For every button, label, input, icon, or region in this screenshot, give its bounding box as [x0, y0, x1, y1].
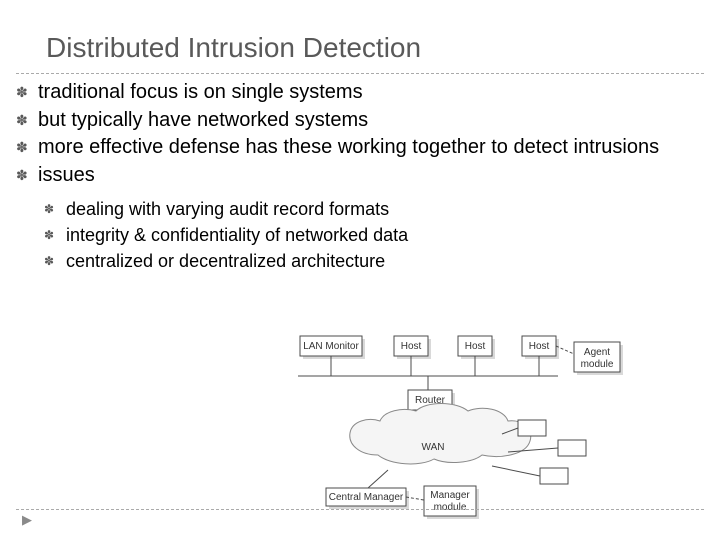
sub-bullet-item: ✽ integrity & confidentiality of network… — [44, 224, 704, 248]
footer-arrow-icon: ▶ — [22, 512, 32, 528]
diagram-label-host: Host — [401, 341, 422, 352]
diagram-label-lan-monitor: LAN Monitor — [303, 341, 359, 352]
bullet-icon: ✽ — [16, 108, 38, 130]
bullet-item: ✽ traditional focus is on single systems — [16, 80, 704, 106]
sub-bullet-item: ✽ centralized or decentralized architect… — [44, 250, 704, 274]
footer-divider — [16, 509, 704, 510]
diagram-label-module2: module — [434, 502, 467, 513]
sub-bullet-text: centralized or decentralized architectur… — [66, 250, 704, 274]
bullet-icon: ✽ — [16, 163, 38, 185]
bullet-item: ✽ more effective defense has these worki… — [16, 135, 704, 161]
main-bullet-list: ✽ traditional focus is on single systems… — [16, 80, 704, 276]
slide: Distributed Intrusion Detection ✽ tradit… — [0, 0, 720, 540]
sub-bullet-text: integrity & confidentiality of networked… — [66, 224, 704, 248]
sub-bullet-text: dealing with varying audit record format… — [66, 198, 704, 222]
bullet-icon: ✽ — [44, 250, 66, 270]
diagram-label-wan: WAN — [422, 442, 445, 453]
bullet-item: ✽ issues — [16, 163, 704, 189]
diagram-label-agent: Agent — [584, 347, 610, 358]
network-diagram: LAN Monitor Host Host Host Agent module — [258, 330, 658, 522]
bullet-icon: ✽ — [16, 135, 38, 157]
sub-bullet-list: ✽ dealing with varying audit record form… — [44, 198, 704, 273]
bullet-icon: ✽ — [16, 80, 38, 102]
diagram-label-host: Host — [529, 341, 550, 352]
bullet-text: more effective defense has these working… — [38, 135, 704, 161]
bullet-text: issues — [38, 163, 704, 189]
bullet-item: ✽ but typically have networked systems — [16, 108, 704, 134]
diagram-label-manager: Manager — [430, 490, 470, 501]
bullet-text: but typically have networked systems — [38, 108, 704, 134]
diagram-label-host: Host — [465, 341, 486, 352]
slide-title: Distributed Intrusion Detection — [46, 32, 421, 64]
diagram-label-module: module — [581, 359, 614, 370]
bullet-text: traditional focus is on single systems — [38, 80, 704, 106]
sub-bullet-item: ✽ dealing with varying audit record form… — [44, 198, 704, 222]
bullet-icon: ✽ — [44, 198, 66, 218]
bullet-icon: ✽ — [44, 224, 66, 244]
diagram-label-central-manager: Central Manager — [329, 492, 404, 503]
title-underline — [16, 73, 704, 74]
